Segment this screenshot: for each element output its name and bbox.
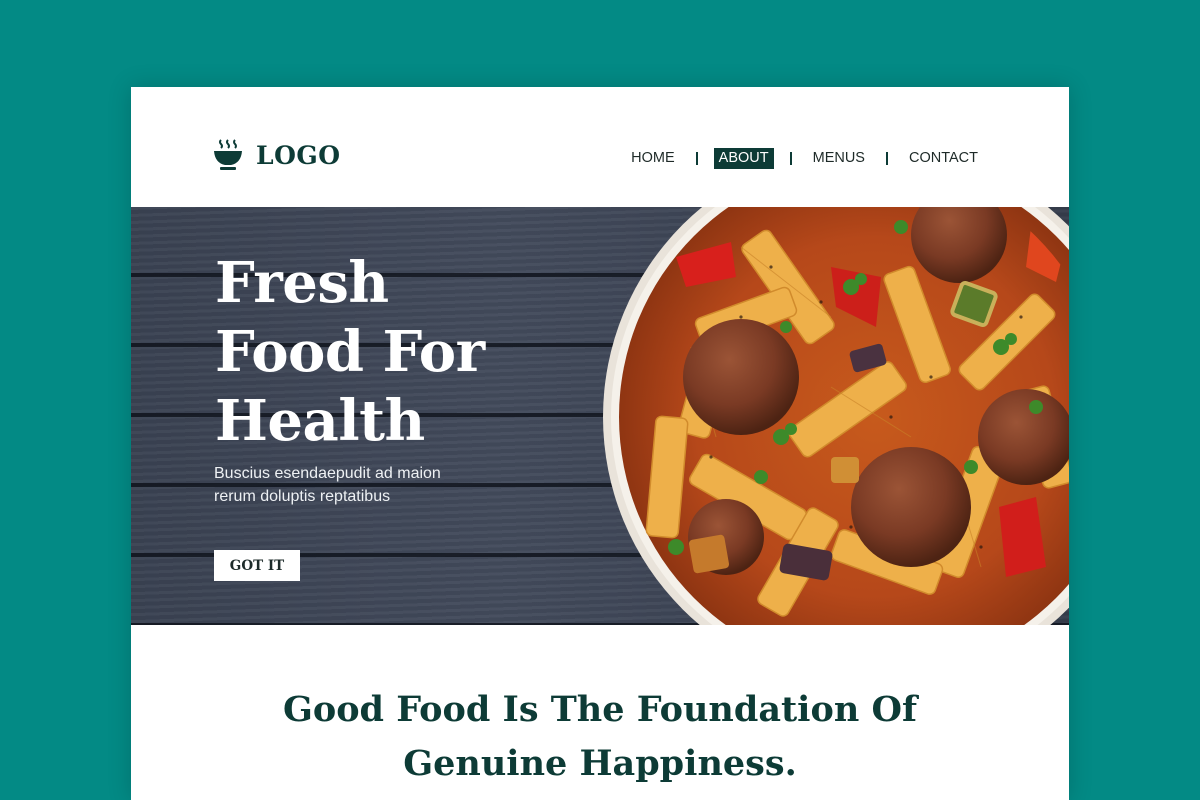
- steaming-bowl-icon: [214, 139, 242, 170]
- hero-title-line: Food For: [215, 319, 485, 385]
- logo[interactable]: LOGO: [213, 139, 340, 171]
- hero-title-line: Health: [215, 388, 425, 454]
- main-nav: HOME ABOUT MENUS CONTACT: [626, 148, 983, 169]
- hero-title: Fresh Food For Health: [215, 249, 485, 456]
- nav-contact[interactable]: CONTACT: [904, 148, 983, 169]
- nav-divider: [789, 152, 792, 165]
- tagline-heading: Good Food Is The Foundation Of Genuine H…: [131, 683, 1069, 791]
- tagline-line: Good Food Is The Foundation Of: [282, 689, 918, 730]
- hero-subtitle: Buscius esendaepudit ad maion rerum dolu…: [214, 462, 514, 508]
- site-header: LOGO HOME ABOUT MENUS CONTACT: [131, 87, 1069, 207]
- logo-text: LOGO: [256, 140, 341, 170]
- nav-menus[interactable]: MENUS: [808, 148, 870, 169]
- got-it-button[interactable]: GOT IT: [214, 550, 300, 581]
- hero-title-line: Fresh: [215, 250, 389, 316]
- nav-about[interactable]: ABOUT: [713, 148, 774, 169]
- nav-home[interactable]: HOME: [626, 148, 680, 169]
- nav-divider: [885, 152, 888, 165]
- tagline-line: Genuine Happiness.: [403, 743, 797, 784]
- hero-subtitle-line: rerum doluptis reptatibus: [214, 488, 391, 505]
- nav-divider: [695, 152, 698, 165]
- hero-subtitle-line: Buscius esendaepudit ad maion: [214, 465, 441, 482]
- hero-banner: Fresh Food For Health Buscius esendaepud…: [131, 207, 1069, 625]
- landing-page-card: LOGO HOME ABOUT MENUS CONTACT Fresh Food…: [131, 87, 1069, 800]
